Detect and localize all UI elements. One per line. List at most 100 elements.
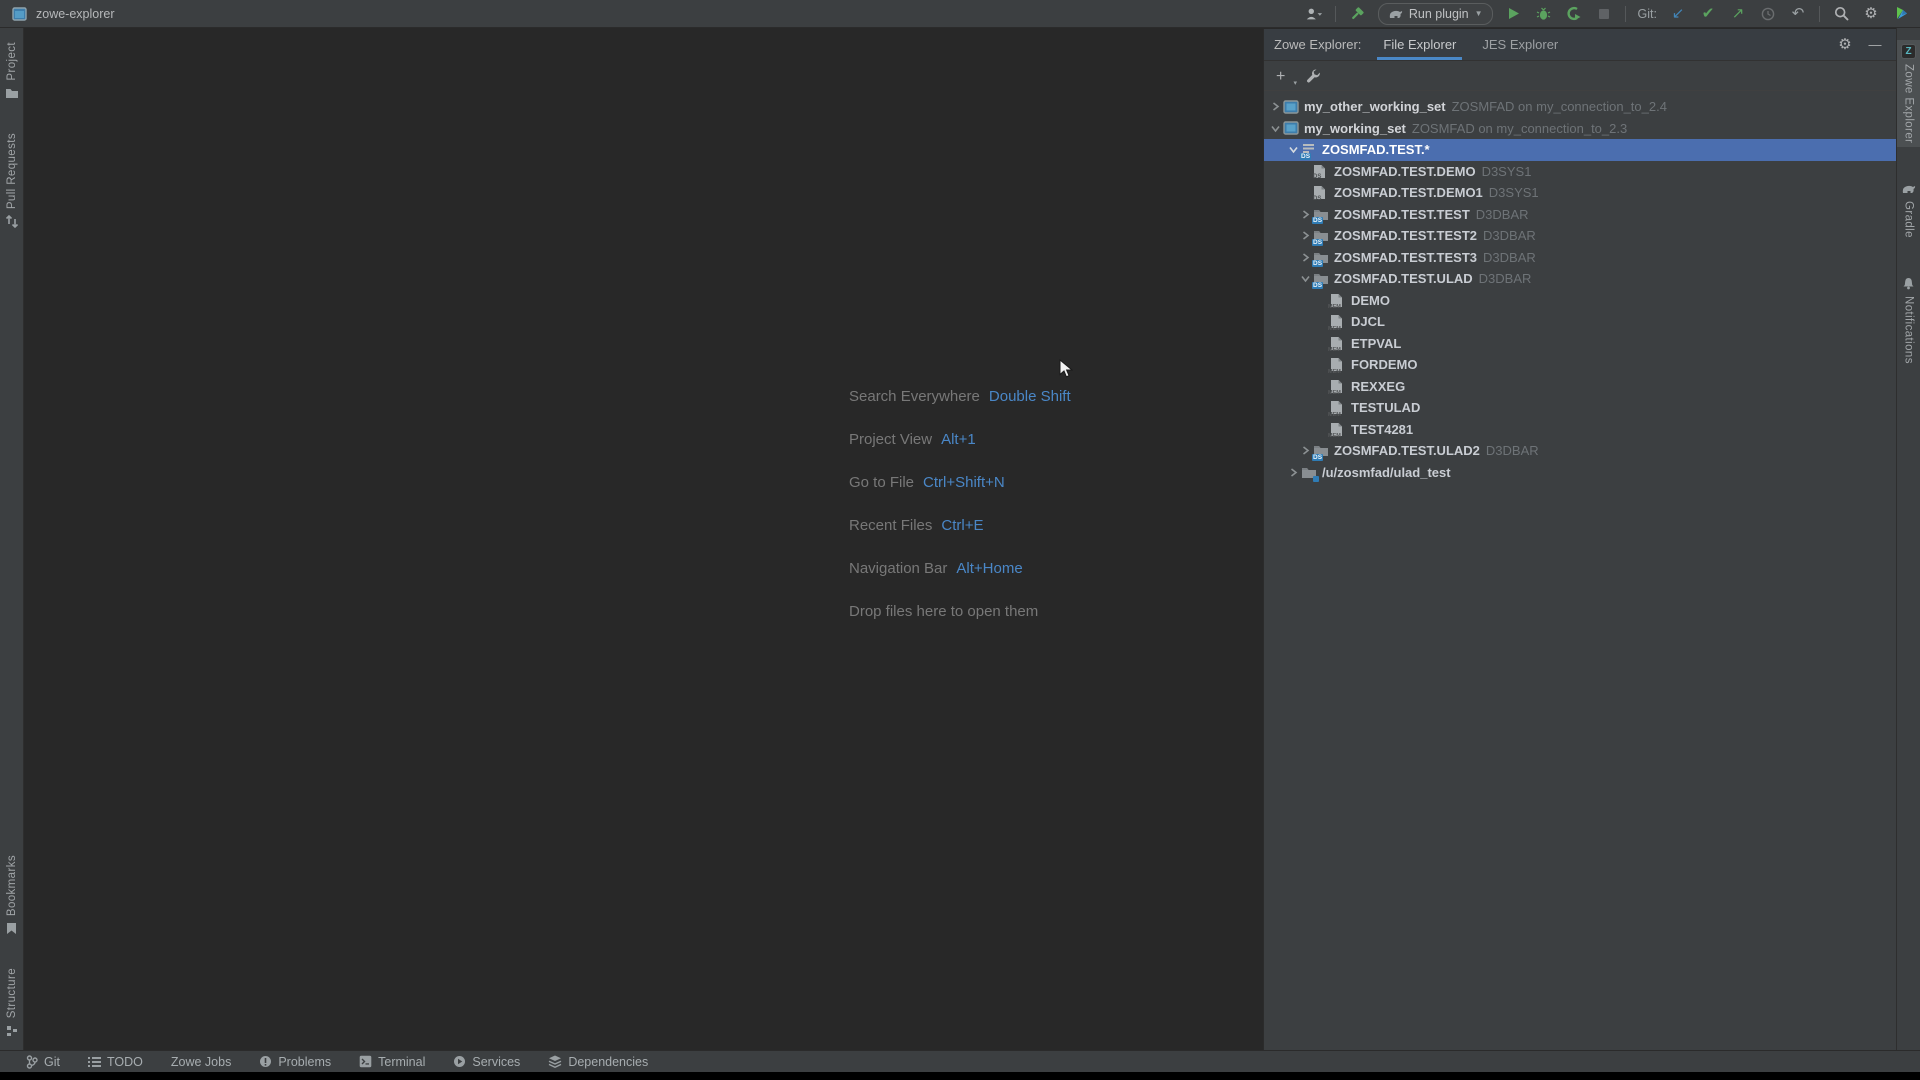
debug-button[interactable] xyxy=(1535,5,1553,23)
hint-shortcut: Alt+Home xyxy=(956,560,1022,577)
tree-item-working-set[interactable]: my_other_working_set ZOSMFAD on my_conne… xyxy=(1264,96,1896,118)
chevron-down-icon[interactable] xyxy=(1285,142,1301,158)
toolwindow-services[interactable]: Services xyxy=(453,1055,520,1069)
tree-item-working-set[interactable]: my_working_set ZOSMFAD on my_connection_… xyxy=(1264,118,1896,140)
user-dropdown-icon[interactable] xyxy=(1305,5,1323,23)
tree-item-member[interactable]: MEM DEMO xyxy=(1264,290,1896,312)
toolwindow-label: Problems xyxy=(278,1055,331,1069)
git-push-icon[interactable]: ↗ xyxy=(1729,5,1747,23)
structure-stripe-label: Structure xyxy=(6,968,18,1018)
chevron-right-icon[interactable] xyxy=(1267,99,1283,115)
hint-shortcut: Double Shift xyxy=(989,388,1071,405)
tree-item-member[interactable]: MEM REXXEG xyxy=(1264,376,1896,398)
chevron-down-icon[interactable] xyxy=(1297,271,1313,287)
hint-line: Recent Files Ctrl+E xyxy=(849,504,1071,547)
toolwindow-label: Services xyxy=(472,1055,520,1069)
tree-item-member[interactable]: MEM TEST4281 xyxy=(1264,419,1896,441)
panel-toolbar: +▾ xyxy=(1264,61,1896,91)
tree-item-pds[interactable]: DS ZOSMFAD.TEST.ULAD2 D3DBAR xyxy=(1264,440,1896,462)
toolwindow-problems[interactable]: Problems xyxy=(259,1055,331,1069)
sidebar-item-structure[interactable]: Structure xyxy=(4,964,19,1042)
title-bar: zowe-explorer Run plugin ▼ xyxy=(0,0,1920,28)
member-icon: MEM xyxy=(1330,378,1348,394)
todo-list-icon xyxy=(88,1056,101,1067)
chevron-down-icon[interactable] xyxy=(1267,120,1283,136)
build-hammer-icon[interactable] xyxy=(1348,5,1366,23)
add-profile-button[interactable]: +▾ xyxy=(1276,68,1292,84)
tab-file-explorer[interactable]: File Explorer xyxy=(1377,29,1462,60)
chevron-right-icon[interactable] xyxy=(1297,443,1313,459)
sidebar-item-pull-requests[interactable]: Pull Requests xyxy=(4,129,19,233)
window-icon xyxy=(10,5,28,23)
tree-item-member[interactable]: MEM DJCL xyxy=(1264,311,1896,333)
stop-button[interactable] xyxy=(1595,5,1613,23)
folder-icon xyxy=(4,86,19,101)
tab-jes-explorer[interactable]: JES Explorer xyxy=(1476,29,1564,60)
working-set-icon xyxy=(1283,99,1301,115)
settings-gear-icon[interactable]: ⚙ xyxy=(1862,5,1880,23)
panel-title: Zowe Explorer: xyxy=(1274,29,1361,60)
bottom-tool-window-bar: Git TODO Zowe Jobs Problems Terminal Ser… xyxy=(0,1050,1920,1072)
toolwindow-zowe-jobs[interactable]: Zowe Jobs xyxy=(171,1055,231,1069)
sidebar-item-bookmarks[interactable]: Bookmarks xyxy=(4,851,19,940)
panel-header: Zowe Explorer: File Explorer JES Explore… xyxy=(1264,29,1896,61)
run-configuration-select[interactable]: Run plugin ▼ xyxy=(1378,3,1493,25)
dataset-filter-icon: DS xyxy=(1301,142,1319,158)
toolbar-separator xyxy=(1819,6,1820,22)
tree-item-dataset-filter[interactable]: DS ZOSMFAD.TEST.* xyxy=(1264,139,1896,161)
member-icon: MEM xyxy=(1330,357,1348,373)
window-title: zowe-explorer xyxy=(36,7,115,21)
coverage-button[interactable] xyxy=(1565,5,1583,23)
chevron-right-icon[interactable] xyxy=(1297,228,1313,244)
tree-item-member[interactable]: MEM ETPVAL xyxy=(1264,333,1896,355)
sidebar-item-notifications[interactable]: Notifications xyxy=(1901,272,1916,368)
tree-item-member[interactable]: MEM TESTULAD xyxy=(1264,397,1896,419)
toolbar-separator xyxy=(1335,6,1336,22)
terminal-icon xyxy=(359,1055,372,1068)
editor-area[interactable]: Search Everywhere Double Shift Project V… xyxy=(25,29,1263,1050)
git-commit-check-icon[interactable]: ✔ xyxy=(1699,5,1717,23)
pds-folder-icon: DS xyxy=(1313,271,1331,287)
tree-item-uss-path[interactable]: /u/zosmfad/ulad_test xyxy=(1264,462,1896,484)
toolwindow-todo[interactable]: TODO xyxy=(88,1055,143,1069)
panel-minimize-icon[interactable]: — xyxy=(1866,36,1884,54)
code-with-me-icon[interactable] xyxy=(1892,5,1910,23)
mouse-cursor xyxy=(1059,359,1073,378)
run-button[interactable] xyxy=(1505,5,1523,23)
sidebar-item-project[interactable]: Project xyxy=(4,38,19,105)
edit-wrench-icon[interactable] xyxy=(1304,67,1322,85)
tree-item-member[interactable]: MEM FORDEMO xyxy=(1264,354,1896,376)
tree-item-pds[interactable]: DS ZOSMFAD.TEST.ULAD D3DBAR xyxy=(1264,268,1896,290)
rollback-icon[interactable]: ↶ xyxy=(1789,5,1807,23)
chevron-right-icon[interactable] xyxy=(1285,464,1301,480)
sidebar-item-gradle[interactable]: Gradle xyxy=(1901,177,1916,242)
zowe-icon: Z xyxy=(1901,44,1916,59)
tree-item-sequential-dataset[interactable]: DS ZOSMFAD.TEST.DEMO D3SYS1 xyxy=(1264,161,1896,183)
sidebar-item-zowe-explorer[interactable]: Z Zowe Explorer xyxy=(1897,40,1920,147)
panel-settings-gear-icon[interactable]: ⚙ xyxy=(1836,36,1854,54)
git-update-icon[interactable]: ↙ xyxy=(1669,5,1687,23)
gradle-icon xyxy=(1901,181,1916,196)
pds-folder-icon: DS xyxy=(1313,206,1331,222)
chevron-right-icon[interactable] xyxy=(1297,206,1313,222)
gradle-stripe-label: Gradle xyxy=(1903,201,1915,238)
uss-folder-icon xyxy=(1301,464,1319,480)
search-everywhere-icon[interactable] xyxy=(1832,5,1850,23)
hint-label: Project View xyxy=(849,431,932,448)
tree-item-pds[interactable]: DS ZOSMFAD.TEST.TEST D3DBAR xyxy=(1264,204,1896,226)
toolwindow-terminal[interactable]: Terminal xyxy=(359,1055,425,1069)
toolbar-separator xyxy=(1625,6,1626,22)
toolwindow-git[interactable]: Git xyxy=(26,1055,60,1069)
tree-item-sequential-dataset[interactable]: DS ZOSMFAD.TEST.DEMO1 D3SYS1 xyxy=(1264,182,1896,204)
hint-shortcut: Alt+1 xyxy=(941,431,976,448)
history-clock-icon[interactable] xyxy=(1759,5,1777,23)
tree-item-pds[interactable]: DS ZOSMFAD.TEST.TEST2 D3DBAR xyxy=(1264,225,1896,247)
tree-item-pds[interactable]: DS ZOSMFAD.TEST.TEST3 D3DBAR xyxy=(1264,247,1896,269)
toolwindow-dependencies[interactable]: Dependencies xyxy=(548,1055,648,1069)
chevron-right-icon[interactable] xyxy=(1297,249,1313,265)
bottom-black-strip xyxy=(0,1072,1920,1080)
left-tool-stripe: Project Pull Requests Bookmarks Struc xyxy=(0,28,24,1050)
right-tool-stripe: Z Zowe Explorer Gradle Notifications xyxy=(1896,28,1920,1050)
hint-line: Drop files here to open them xyxy=(849,590,1071,633)
zowe-explorer-stripe-label: Zowe Explorer xyxy=(1903,64,1915,143)
